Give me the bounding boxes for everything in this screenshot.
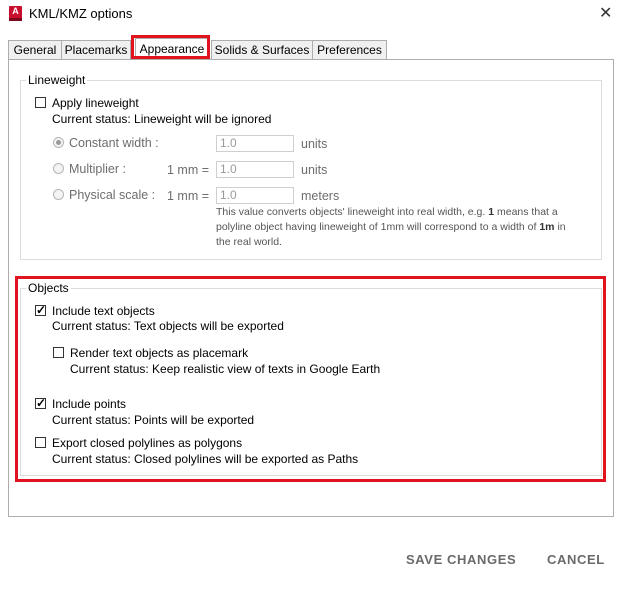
apply-lineweight-checkbox[interactable]: [35, 97, 46, 108]
window-title: KML/KMZ options: [29, 6, 133, 21]
objects-section-highlight: [15, 276, 606, 482]
tab-solids-surfaces[interactable]: Solids & Surfaces: [211, 40, 313, 59]
tab-general[interactable]: General: [8, 40, 62, 59]
physical-scale-prefix: 1 mm =: [167, 189, 210, 203]
app-logo-icon: A: [9, 6, 22, 21]
constant-width-unit: units: [301, 137, 328, 151]
apply-lineweight-label: Apply lineweight: [52, 96, 139, 110]
save-changes-button[interactable]: SAVE CHANGES: [406, 552, 516, 567]
physical-scale-label: Physical scale :: [69, 188, 156, 202]
multiplier-unit: units: [301, 163, 328, 177]
close-icon[interactable]: ✕: [599, 3, 612, 23]
lineweight-legend: Lineweight: [26, 73, 88, 87]
tab-placemarks[interactable]: Placemarks: [61, 40, 131, 59]
physical-scale-unit: meters: [301, 189, 340, 203]
tab-preferences[interactable]: Preferences: [312, 40, 387, 59]
physical-scale-radio[interactable]: [53, 189, 64, 200]
lineweight-help-text: This value converts objects' lineweight …: [216, 206, 566, 248]
multiplier-radio[interactable]: [53, 163, 64, 174]
apply-lineweight-status: Current status: Lineweight will be ignor…: [52, 112, 272, 126]
constant-width-input[interactable]: 1.0: [216, 135, 294, 152]
multiplier-prefix: 1 mm =: [167, 163, 210, 177]
title-bar: A KML/KMZ options ✕: [0, 0, 623, 28]
physical-scale-input[interactable]: 1.0: [216, 187, 294, 204]
appearance-tab-highlight: [131, 35, 210, 59]
constant-width-label: Constant width :: [69, 136, 159, 150]
cancel-button[interactable]: CANCEL: [547, 552, 605, 567]
multiplier-label: Multiplier :: [69, 162, 126, 176]
constant-width-radio[interactable]: [53, 137, 64, 148]
multiplier-input[interactable]: 1.0: [216, 161, 294, 178]
